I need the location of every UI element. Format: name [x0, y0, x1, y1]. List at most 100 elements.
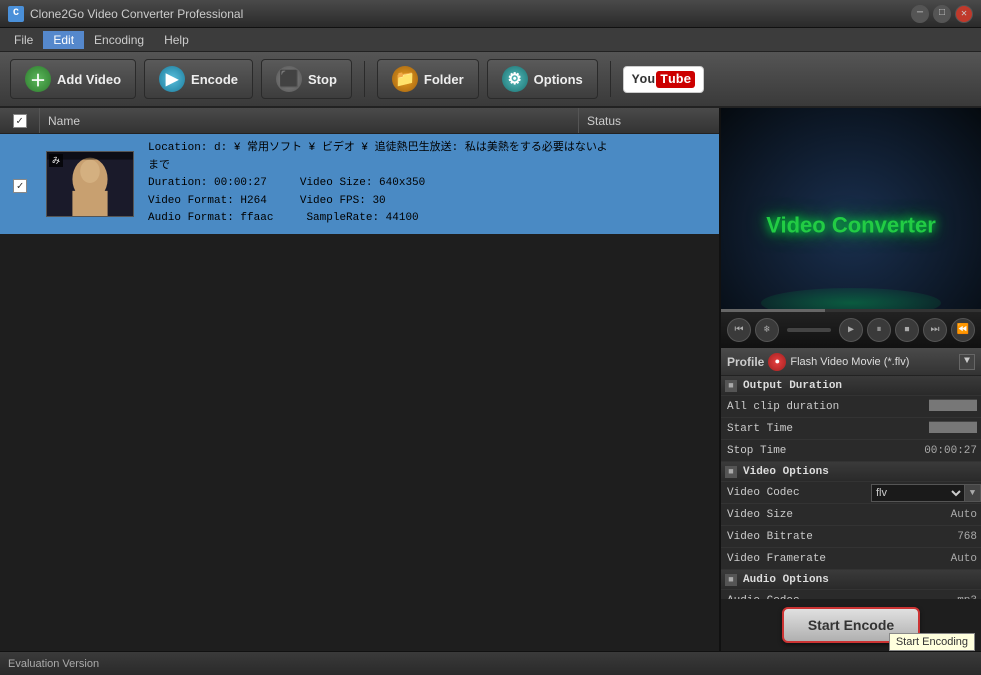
- options-icon: ⚙: [502, 66, 528, 92]
- add-icon: ＋: [25, 66, 51, 92]
- header-checkbox[interactable]: ✓: [13, 114, 27, 128]
- encode-label: Encode: [191, 72, 238, 87]
- settings-table: ■ Output Duration All clip duration ████…: [721, 376, 981, 599]
- stop-button[interactable]: ⬛ Stop: [261, 59, 352, 99]
- stop-label: Stop: [308, 72, 337, 87]
- youtube-you: You: [632, 72, 655, 87]
- video-framerate-label: Video Framerate: [721, 553, 881, 565]
- maximize-button[interactable]: □: [933, 5, 951, 23]
- thumbnail-image: み: [46, 151, 134, 217]
- audio-codec-row: Audio Codec mp3: [721, 590, 981, 599]
- pause-button[interactable]: ⏸: [867, 318, 891, 342]
- output-duration-icon: ■: [725, 380, 737, 392]
- video-codec-select-container: flv ▼: [871, 484, 981, 502]
- folder-button[interactable]: 📁 Folder: [377, 59, 479, 99]
- file-sample-rate: SampleRate: 44100: [306, 212, 418, 224]
- rewind-button[interactable]: ⏮: [727, 318, 751, 342]
- file-duration-size: Duration: 00:00:27 Video Size: 640x350: [148, 175, 711, 193]
- stop-preview-button[interactable]: ⏹: [895, 318, 919, 342]
- all-clip-duration-row: All clip duration ████████: [721, 396, 981, 418]
- add-video-button[interactable]: ＋ Add Video: [10, 59, 136, 99]
- add-video-label: Add Video: [57, 72, 121, 87]
- stop-icon: ⬛: [276, 66, 302, 92]
- video-codec-label: Video Codec: [721, 487, 871, 499]
- folder-icon: 📁: [392, 66, 418, 92]
- file-thumbnail: み: [40, 134, 140, 234]
- video-size-label: Video Size: [721, 509, 881, 521]
- audio-options-icon: ■: [725, 574, 737, 586]
- stop-time-label: Stop Time: [721, 445, 881, 457]
- minimize-button[interactable]: ─: [911, 5, 929, 23]
- snowflake-button[interactable]: ❄: [755, 318, 779, 342]
- menu-edit[interactable]: Edit: [43, 31, 84, 49]
- name-column-header: Name: [40, 108, 579, 133]
- all-clip-duration-label: All clip duration: [721, 401, 881, 413]
- video-bitrate-value: 768: [881, 531, 981, 543]
- play-button[interactable]: ▶: [839, 318, 863, 342]
- video-bitrate-row: Video Bitrate 768: [721, 526, 981, 548]
- codec-dropdown-arrow: ▼: [965, 484, 981, 502]
- start-time-value: ████████: [881, 423, 981, 434]
- file-location-2: まで: [148, 158, 711, 176]
- video-framerate-value: Auto: [881, 553, 981, 565]
- profile-value: Flash Video Movie (*.flv): [790, 356, 955, 368]
- start-time-row: Start Time ████████: [721, 418, 981, 440]
- audio-options-label: Audio Options: [737, 574, 981, 586]
- output-duration-label: Output Duration: [737, 380, 981, 392]
- menu-bar: File Edit Encoding Help: [0, 28, 981, 52]
- profile-bar: Profile ● Flash Video Movie (*.flv) ▼: [721, 348, 981, 376]
- menu-help[interactable]: Help: [154, 31, 199, 49]
- video-options-header: ■ Video Options: [721, 462, 981, 482]
- file-audio-format: Audio Format: ffaac: [148, 212, 273, 224]
- video-framerate-row: Video Framerate Auto: [721, 548, 981, 570]
- file-panel: ✓ Name Status ✓: [0, 108, 721, 651]
- window-controls: ─ □ ✕: [911, 5, 973, 23]
- options-label: Options: [534, 72, 583, 87]
- profile-icon: ●: [768, 353, 786, 371]
- progress-bar[interactable]: [787, 328, 831, 332]
- options-button[interactable]: ⚙ Options: [487, 59, 598, 99]
- right-panel: Video Converter ⏮ ❄ ▶ ⏸ ⏹ ⏭ ⏪ Profile: [721, 108, 981, 651]
- app-title: Clone2Go Video Converter Professional: [30, 7, 911, 21]
- encode-icon: ▶: [159, 66, 185, 92]
- status-bar: Evaluation Version: [0, 651, 981, 675]
- audio-options-header: ■ Audio Options: [721, 570, 981, 590]
- title-bar: C Clone2Go Video Converter Professional …: [0, 0, 981, 28]
- menu-encoding[interactable]: Encoding: [84, 31, 154, 49]
- main-content: ✓ Name Status ✓: [0, 108, 981, 651]
- video-options-icon: ■: [725, 466, 737, 478]
- status-text: Evaluation Version: [8, 658, 99, 670]
- file-video-fps: Video FPS: 30: [300, 195, 386, 207]
- file-location: Location: d: ¥ 常用ソフト ¥ ビデオ ¥ 追徒熱巴生放送: 私は…: [148, 140, 711, 158]
- row-checkbox[interactable]: ✓: [13, 179, 27, 193]
- menu-file[interactable]: File: [4, 31, 43, 49]
- encode-button[interactable]: ▶ Encode: [144, 59, 253, 99]
- all-clip-duration-value: ████████: [881, 401, 981, 412]
- video-codec-row: Video Codec flv ▼: [721, 482, 981, 504]
- youtube-button[interactable]: You Tube: [623, 66, 705, 93]
- video-bitrate-label: Video Bitrate: [721, 531, 881, 543]
- video-options-label: Video Options: [737, 466, 981, 478]
- video-preview: Video Converter ⏮ ❄ ▶ ⏸ ⏹ ⏭ ⏪: [721, 108, 981, 348]
- file-info: Location: d: ¥ 常用ソフト ¥ ビデオ ¥ 追徒熱巴生放送: 私は…: [140, 134, 719, 234]
- video-size-value: Auto: [881, 509, 981, 521]
- status-column-header: Status: [579, 108, 719, 133]
- file-audio-sample: Audio Format: ffaac SampleRate: 44100: [148, 210, 711, 228]
- preview-controls: ⏮ ❄ ▶ ⏸ ⏹ ⏭ ⏪: [721, 312, 981, 348]
- row-checkbox-area: ✓: [0, 134, 40, 234]
- folder-label: Folder: [424, 72, 464, 87]
- skip-back-button[interactable]: ⏪: [951, 318, 975, 342]
- file-format-fps: Video Format: H264 Video FPS: 30: [148, 193, 711, 211]
- stop-time-value: 00:00:27: [881, 445, 981, 457]
- toolbar-separator: [364, 61, 365, 97]
- skip-forward-button[interactable]: ⏭: [923, 318, 947, 342]
- video-codec-select[interactable]: flv: [871, 484, 965, 502]
- youtube-tube: Tube: [656, 71, 695, 88]
- close-button[interactable]: ✕: [955, 5, 973, 23]
- app-icon: C: [8, 6, 24, 22]
- start-time-label: Start Time: [721, 423, 881, 435]
- video-size-row: Video Size Auto: [721, 504, 981, 526]
- file-row[interactable]: ✓ み: [0, 134, 719, 234]
- file-video-size: Video Size: 640x350: [300, 177, 425, 189]
- profile-dropdown[interactable]: ▼: [959, 354, 975, 370]
